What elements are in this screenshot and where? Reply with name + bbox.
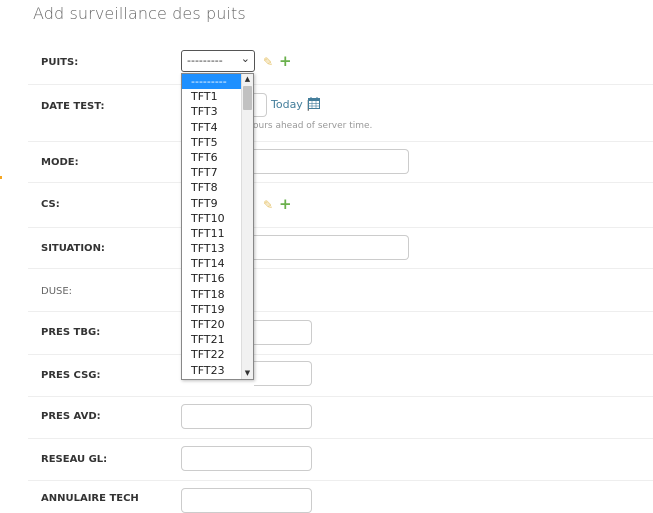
pres-csg-input[interactable] bbox=[254, 361, 312, 386]
puits-selected-value: --------- bbox=[187, 54, 223, 67]
pres-avd-label: PRES AVD: bbox=[41, 411, 101, 422]
dropdown-option[interactable]: TFT7 bbox=[182, 165, 242, 180]
scroll-up-arrow[interactable]: ▲ bbox=[242, 74, 253, 85]
dropdown-option[interactable]: TFT4 bbox=[182, 120, 242, 135]
dropdown-option[interactable]: TFT11 bbox=[182, 226, 242, 241]
dropdown-option[interactable]: TFT22 bbox=[182, 347, 242, 362]
pres-tbg-input[interactable] bbox=[254, 320, 312, 345]
puits-label: PUITS: bbox=[41, 57, 79, 68]
today-link-text[interactable]: Today bbox=[271, 98, 303, 111]
dropdown-option[interactable]: TFT1 bbox=[182, 89, 242, 104]
form-row-cs: CS: bbox=[28, 183, 653, 228]
duse-label: DUSE: bbox=[41, 286, 73, 297]
calendar-icon[interactable] bbox=[308, 97, 320, 109]
dropdown-option[interactable]: TFT16 bbox=[182, 271, 242, 286]
dropdown-option[interactable]: TFT23 bbox=[182, 363, 242, 378]
pres-avd-input[interactable] bbox=[181, 404, 312, 429]
dropdown-options: --------- TFT1 TFT3 TFT4 TFT5 TFT6 TFT7 TFT8 TFT… bbox=[182, 74, 242, 378]
dropdown-option[interactable]: TFT14 bbox=[182, 256, 242, 271]
dropdown-option[interactable]: TFT3 bbox=[182, 104, 242, 119]
dropdown-option[interactable]: TFT19 bbox=[182, 302, 242, 317]
timezone-help-text: ours ahead of server time. bbox=[253, 121, 373, 131]
plus-icon[interactable]: + bbox=[279, 195, 292, 213]
dropdown-option[interactable]: TFT21 bbox=[182, 332, 242, 347]
puits-select[interactable]: --------- ⌄ bbox=[181, 50, 255, 72]
reseau-gl-label: RESEAU GL: bbox=[41, 454, 108, 465]
date-test-input[interactable] bbox=[254, 93, 267, 117]
date-test-label: DATE TEST: bbox=[41, 101, 105, 112]
dropdown-option[interactable]: TFT9 bbox=[182, 196, 242, 211]
reseau-gl-input[interactable] bbox=[181, 446, 312, 471]
form-row-reseau-gl: RESEAU GL: bbox=[28, 439, 653, 481]
page-title: Add surveillance des puits bbox=[33, 4, 246, 23]
scroll-down-arrow[interactable]: ▼ bbox=[242, 368, 253, 379]
form-row-pres-csg: PRES CSG: bbox=[28, 355, 653, 397]
dropdown-option[interactable]: TFT10 bbox=[182, 211, 242, 226]
dropdown-option[interactable]: TFT13 bbox=[182, 241, 242, 256]
scroll-thumb[interactable] bbox=[243, 86, 252, 110]
orange-marker bbox=[0, 176, 2, 179]
pres-tbg-label: PRES TBG: bbox=[41, 327, 101, 338]
situation-label: SITUATION: bbox=[41, 243, 105, 254]
annulaire-label: ANNULAIRE TECH bbox=[41, 493, 139, 504]
plus-icon[interactable]: + bbox=[279, 52, 292, 70]
mode-input[interactable] bbox=[254, 149, 409, 174]
dropdown-option[interactable]: --------- bbox=[182, 74, 242, 90]
pres-csg-label: PRES CSG: bbox=[41, 370, 101, 381]
form-row-annulaire: ANNULAIRE TECH bbox=[28, 481, 653, 504]
dropdown-option[interactable]: TFT8 bbox=[182, 180, 242, 195]
form-row-duse: DUSE: bbox=[28, 269, 653, 312]
dropdown-option[interactable]: TFT18 bbox=[182, 287, 242, 302]
dropdown-scrollbar[interactable]: ▲ ▼ bbox=[241, 74, 253, 379]
dropdown-option[interactable]: TFT5 bbox=[182, 135, 242, 150]
mode-label: MODE: bbox=[41, 157, 79, 168]
pencil-icon[interactable]: ✎ bbox=[263, 198, 273, 212]
pencil-icon[interactable]: ✎ bbox=[263, 55, 273, 69]
form-row-pres-avd: PRES AVD: bbox=[28, 397, 653, 439]
dropdown-option[interactable]: TFT20 bbox=[182, 317, 242, 332]
dropdown-option[interactable]: TFT6 bbox=[182, 150, 242, 165]
annulaire-input[interactable] bbox=[181, 488, 312, 513]
form-row-pres-tbg: PRES TBG: bbox=[28, 312, 653, 355]
chevron-down-icon: ⌄ bbox=[240, 52, 250, 65]
puits-dropdown-list[interactable]: --------- TFT1 TFT3 TFT4 TFT5 TFT6 TFT7 TFT8 TFT… bbox=[181, 73, 254, 380]
situation-input[interactable] bbox=[254, 235, 409, 260]
cs-label: CS: bbox=[41, 199, 60, 210]
today-link[interactable]: Today | bbox=[271, 98, 310, 111]
form-row-puits: PUITS: bbox=[28, 44, 653, 85]
form-row-date-test: DATE TEST: bbox=[28, 85, 653, 142]
